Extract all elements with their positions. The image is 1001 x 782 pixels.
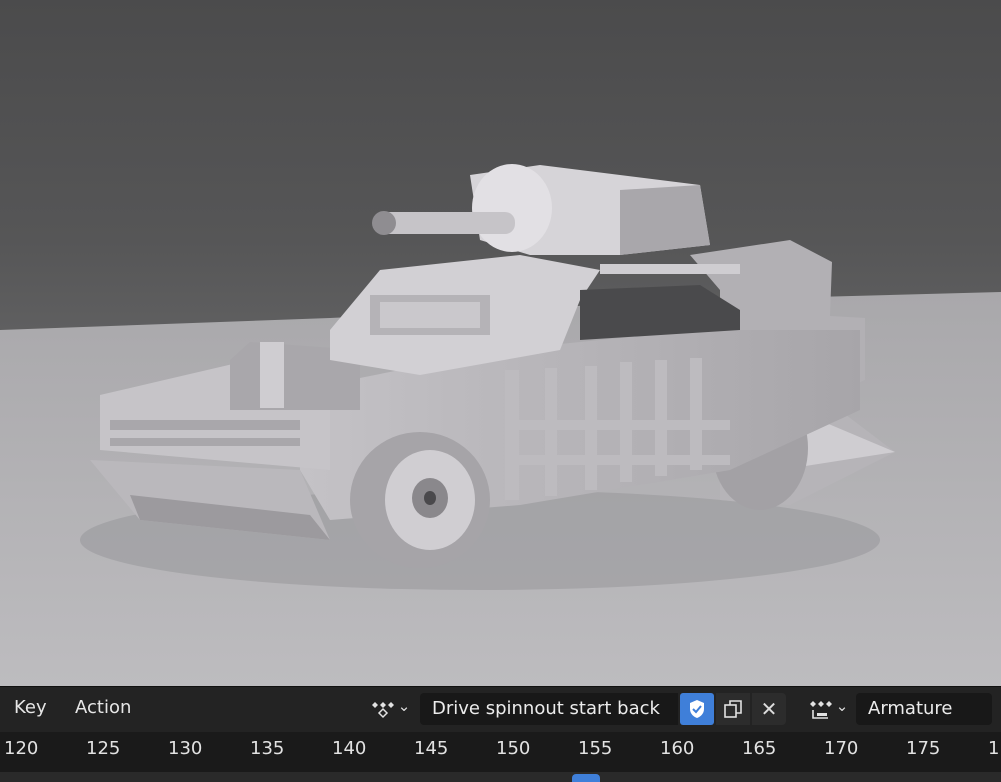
action-editor-header: Key Action ⌄ Drive spinnout start back ✕: [0, 686, 1001, 733]
object-type-button[interactable]: ⌄: [802, 694, 854, 724]
chevron-down-icon: ⌄: [835, 697, 849, 715]
frame-tick: 130: [168, 738, 203, 759]
frame-tick: 140: [332, 738, 367, 759]
frame-tick: 150: [496, 738, 531, 759]
playback-indicator[interactable]: [572, 774, 600, 782]
action-icon: [371, 702, 394, 719]
frame-tick: 125: [86, 738, 121, 759]
fake-user-button[interactable]: [680, 693, 714, 725]
duplicate-action-button[interactable]: [716, 693, 750, 725]
armature-icon: [809, 701, 832, 719]
object-name-field[interactable]: Armature: [856, 693, 992, 725]
frame-tick: 160: [660, 738, 695, 759]
editor-footer: [0, 772, 1001, 782]
vehicle-model-render: [0, 164, 1001, 686]
chevron-down-icon: ⌄: [397, 697, 411, 715]
action-name-field[interactable]: Drive spinnout start back: [420, 693, 678, 725]
frame-tick: 145: [414, 738, 449, 759]
browse-action-button[interactable]: ⌄: [364, 694, 416, 724]
frame-tick: 1: [988, 738, 1000, 759]
menu-key[interactable]: Key: [14, 697, 47, 718]
frame-tick: 175: [906, 738, 941, 759]
frame-tick: 155: [578, 738, 613, 759]
frame-tick: 135: [250, 738, 285, 759]
close-icon: ✕: [760, 697, 778, 721]
frame-tick: 165: [742, 738, 777, 759]
timeline-ruler[interactable]: 120 125 130 135 140 145 150 155 160 165 …: [0, 732, 1001, 772]
frame-tick: 120: [4, 738, 39, 759]
3d-viewport[interactable]: [0, 0, 1001, 686]
unlink-action-button[interactable]: ✕: [752, 693, 786, 725]
duplicate-icon: [724, 700, 742, 718]
frame-tick: 170: [824, 738, 859, 759]
menu-action[interactable]: Action: [75, 697, 131, 718]
shield-icon: [690, 700, 704, 718]
